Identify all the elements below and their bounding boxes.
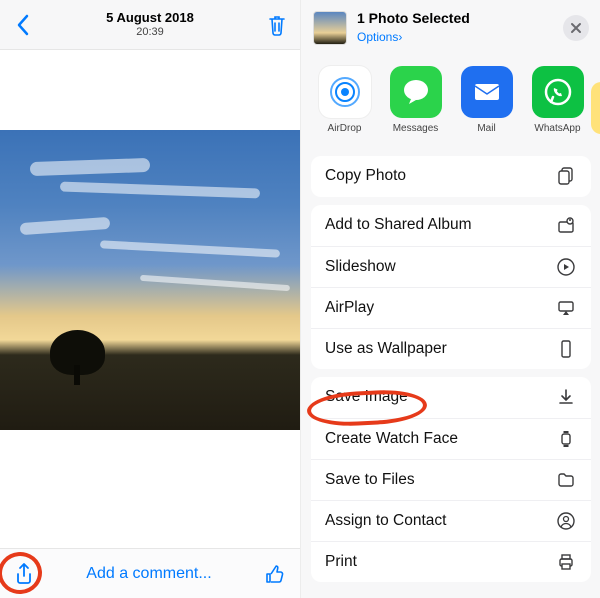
close-button[interactable] <box>563 15 589 41</box>
action-group-2: Add to Shared Album Slideshow AirPlay Us… <box>311 205 591 369</box>
add-comment-button[interactable]: Add a comment... <box>34 565 264 583</box>
printer-icon <box>555 551 577 573</box>
share-options-button[interactable]: Options› <box>357 27 553 46</box>
app-label: AirDrop <box>328 123 362 134</box>
action-group-1: Copy Photo <box>311 156 591 197</box>
action-watch-face[interactable]: Create Watch Face <box>311 418 591 459</box>
action-save-files[interactable]: Save to Files <box>311 459 591 500</box>
back-button[interactable] <box>8 0 38 50</box>
photo-viewer-screen: 5 August 2018 20:39 Add a comment... <box>0 0 301 598</box>
viewer-header: 5 August 2018 20:39 <box>0 0 300 50</box>
viewer-toolbar: Add a comment... <box>0 548 300 598</box>
header-time: 20:39 <box>106 26 194 39</box>
app-notes-peek[interactable] <box>591 82 600 134</box>
download-icon <box>555 386 577 408</box>
watch-icon <box>555 428 577 450</box>
airplay-icon <box>555 297 577 319</box>
action-save-image[interactable]: Save Image <box>311 377 591 418</box>
folder-icon <box>555 469 577 491</box>
action-airplay[interactable]: AirPlay <box>311 287 591 328</box>
app-label: Mail <box>477 123 495 134</box>
share-sheet-header: 1 Photo Selected Options› <box>301 0 600 56</box>
action-slideshow[interactable]: Slideshow <box>311 246 591 287</box>
share-photo-thumbnail <box>313 11 347 45</box>
header-date: 5 August 2018 <box>106 10 194 26</box>
app-whatsapp[interactable]: WhatsApp <box>527 66 589 134</box>
share-sheet-screen: 5 August 2018 1 Photo Selected Options› … <box>301 0 600 598</box>
share-apps-row[interactable]: AirDrop Messages Mail WhatsApp <box>301 56 600 148</box>
share-sheet-title: 1 Photo Selected <box>357 10 553 27</box>
phone-icon <box>555 338 577 360</box>
app-messages[interactable]: Messages <box>385 66 447 134</box>
copy-icon <box>555 165 577 187</box>
mail-icon <box>461 66 513 118</box>
action-shared-album[interactable]: Add to Shared Album <box>311 205 591 246</box>
messages-icon <box>390 66 442 118</box>
action-wallpaper[interactable]: Use as Wallpaper <box>311 328 591 369</box>
app-label: WhatsApp <box>534 123 580 134</box>
photo-sunset <box>0 130 300 430</box>
action-assign-contact[interactable]: Assign to Contact <box>311 500 591 541</box>
app-mail[interactable]: Mail <box>456 66 518 134</box>
person-icon <box>555 510 577 532</box>
share-button[interactable] <box>14 562 34 586</box>
action-print[interactable]: Print <box>311 541 591 582</box>
app-label: Messages <box>393 123 439 134</box>
photo-area[interactable] <box>0 50 300 548</box>
action-copy-photo[interactable]: Copy Photo <box>311 156 591 197</box>
play-icon <box>555 256 577 278</box>
whatsapp-icon <box>532 66 584 118</box>
action-group-3: Save Image Create Watch Face Save to Fil… <box>311 377 591 582</box>
album-icon <box>555 214 577 236</box>
delete-button[interactable] <box>262 0 292 50</box>
like-button[interactable] <box>264 563 286 585</box>
app-airdrop[interactable]: AirDrop <box>314 66 376 134</box>
airdrop-icon <box>319 66 371 118</box>
